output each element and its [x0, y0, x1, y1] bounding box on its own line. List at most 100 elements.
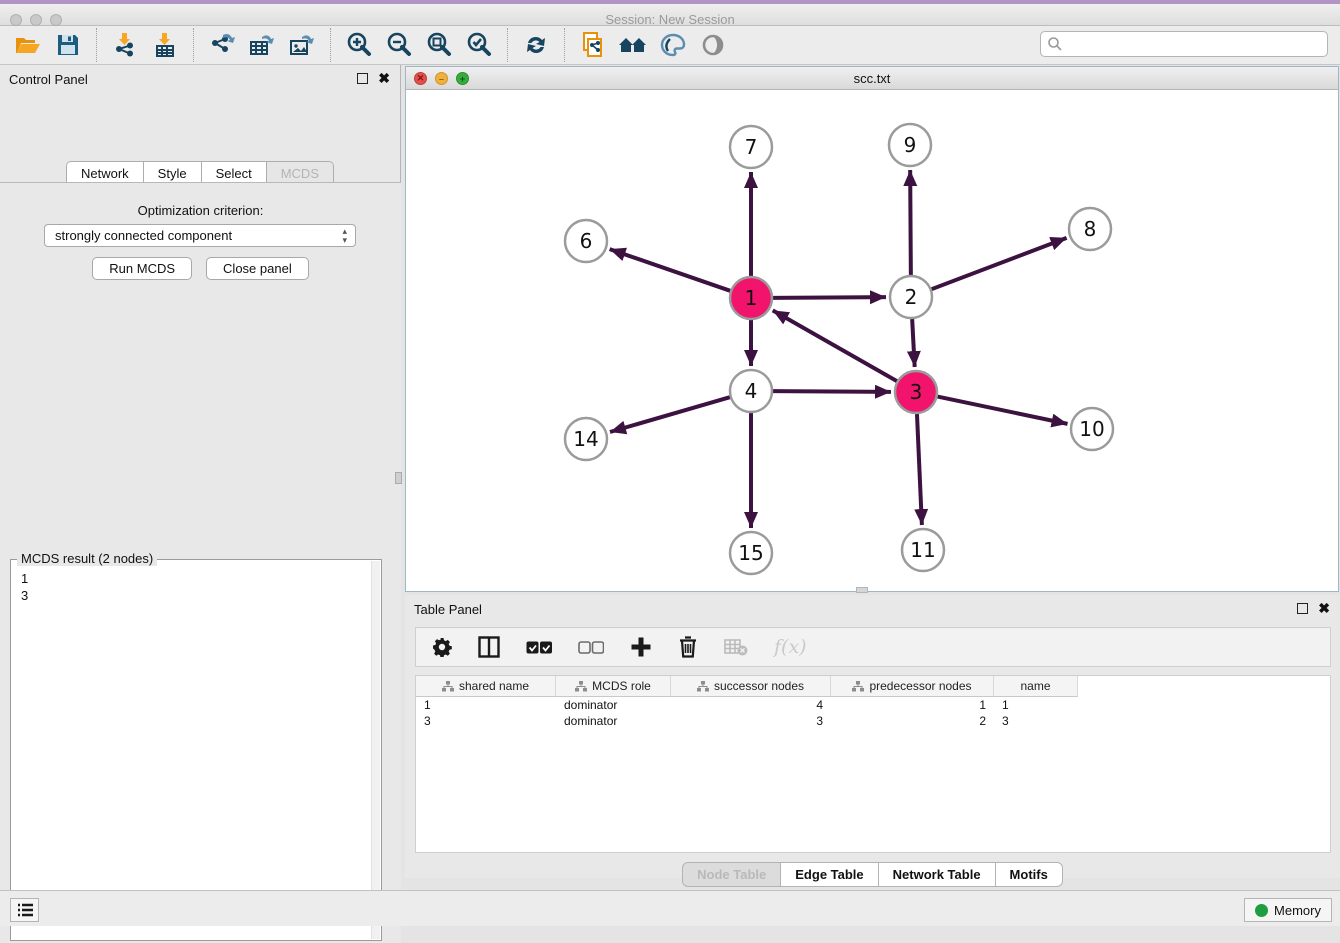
- graph-node-10[interactable]: 10: [1071, 408, 1113, 450]
- graph-node-8[interactable]: 8: [1069, 208, 1111, 250]
- graph-node-3[interactable]: 3: [895, 371, 937, 413]
- zoom-selected-icon[interactable]: [459, 29, 499, 61]
- cell-successor-nodes[interactable]: 3: [671, 713, 831, 729]
- gear-icon[interactable]: [432, 632, 452, 662]
- edge-1-6[interactable]: [610, 249, 731, 291]
- graph-node-2[interactable]: 2: [890, 276, 932, 318]
- select-stepper-icon: ▴▾: [342, 227, 347, 245]
- edge-4-3[interactable]: [773, 391, 891, 392]
- network-window-titlebar[interactable]: ✕ – + scc.txt: [406, 67, 1338, 90]
- function-icon[interactable]: f(x): [774, 632, 807, 662]
- graph-node-4[interactable]: 4: [730, 370, 772, 412]
- delete-table-icon[interactable]: [724, 632, 748, 662]
- run-mcds-button[interactable]: Run MCDS: [92, 257, 192, 280]
- node-table[interactable]: shared nameMCDS rolesuccessor nodesprede…: [415, 675, 1331, 853]
- memory-button[interactable]: Memory: [1244, 898, 1332, 922]
- table-toolbar: f(x): [415, 627, 1331, 667]
- duplicate-network-icon[interactable]: [573, 29, 613, 61]
- export-table-icon[interactable]: [242, 29, 282, 61]
- cell-MCDS-role[interactable]: dominator: [556, 713, 671, 729]
- main-toolbar: [0, 26, 1340, 65]
- add-icon[interactable]: [630, 632, 652, 662]
- cell-name[interactable]: 3: [994, 713, 1078, 729]
- column-header-name[interactable]: name: [994, 676, 1078, 697]
- column-header-successor-nodes[interactable]: successor nodes: [671, 676, 831, 697]
- zoom-out-icon[interactable]: [379, 29, 419, 61]
- save-session-icon[interactable]: [48, 29, 88, 61]
- zoom-in-icon[interactable]: [339, 29, 379, 61]
- network-graph-canvas[interactable]: 7 9 6 8 1 2 4 3 14 10 15 11: [406, 90, 1338, 591]
- edge-3-1[interactable]: [773, 310, 897, 381]
- cell-predecessor-nodes[interactable]: 2: [831, 713, 994, 729]
- style-icon[interactable]: [653, 29, 693, 61]
- close-panel-button[interactable]: Close panel: [206, 257, 309, 280]
- tab-network-table[interactable]: Network Table: [879, 862, 996, 887]
- graph-node-9[interactable]: 9: [889, 124, 931, 166]
- graph-node-11[interactable]: 11: [902, 529, 944, 571]
- graph-node-15[interactable]: 15: [730, 532, 772, 574]
- edge-3-10[interactable]: [938, 397, 1068, 424]
- list-icon: [17, 903, 33, 917]
- eye-icon[interactable]: [693, 29, 733, 61]
- memory-label: Memory: [1274, 903, 1321, 918]
- mcds-result-text[interactable]: 1 3: [13, 570, 369, 938]
- result-scrollbar[interactable]: [371, 561, 380, 939]
- refresh-icon[interactable]: [516, 29, 556, 61]
- cell-successor-nodes[interactable]: 4: [671, 697, 831, 713]
- graph-node-14[interactable]: 14: [565, 418, 607, 460]
- edge-1-2[interactable]: [773, 297, 886, 298]
- graph-node-6[interactable]: 6: [565, 220, 607, 262]
- svg-text:10: 10: [1079, 417, 1104, 441]
- search-input[interactable]: [1063, 37, 1327, 52]
- search-field[interactable]: [1040, 31, 1328, 57]
- svg-text:11: 11: [910, 538, 935, 562]
- edge-4-14[interactable]: [610, 397, 730, 432]
- column-header-predecessor-nodes[interactable]: predecessor nodes: [831, 676, 994, 697]
- edge-2-9[interactable]: [910, 170, 911, 275]
- graph-node-7[interactable]: 7: [730, 126, 772, 168]
- export-network-icon[interactable]: [202, 29, 242, 61]
- close-table-panel-icon[interactable]: ✖: [1318, 601, 1330, 615]
- import-table-icon[interactable]: [145, 29, 185, 61]
- select-all-icon[interactable]: [526, 632, 552, 662]
- optimization-criterion-select[interactable]: strongly connected component ▴▾: [44, 224, 356, 247]
- edge-2-3[interactable]: [912, 319, 915, 367]
- titlebar: Session: New Session: [0, 4, 1340, 26]
- task-history-button[interactable]: [10, 898, 39, 922]
- edge-3-11[interactable]: [917, 414, 922, 525]
- export-image-icon[interactable]: [282, 29, 322, 61]
- import-network-icon[interactable]: [105, 29, 145, 61]
- float-table-panel-icon[interactable]: [1297, 603, 1308, 614]
- cell-shared-name[interactable]: 3: [416, 713, 556, 729]
- tab-node-table[interactable]: Node Table: [682, 862, 781, 887]
- cell-MCDS-role[interactable]: dominator: [556, 697, 671, 713]
- cell-name[interactable]: 1: [994, 697, 1078, 713]
- column-header-MCDS-role[interactable]: MCDS role: [556, 676, 671, 697]
- tab-edge-table[interactable]: Edge Table: [781, 862, 878, 887]
- close-panel-icon[interactable]: ✖: [378, 71, 390, 85]
- deselect-all-icon[interactable]: [578, 632, 604, 662]
- svg-text:14: 14: [573, 427, 598, 451]
- zoom-fit-icon[interactable]: [419, 29, 459, 61]
- horizontal-splitter-grip[interactable]: [856, 587, 868, 593]
- control-panel: Control Panel ✖ NetworkStyleSelectMCDS O…: [0, 65, 401, 878]
- graph-node-1[interactable]: 1: [730, 277, 772, 319]
- cell-shared-name[interactable]: 1: [416, 697, 556, 713]
- svg-text:2: 2: [905, 285, 918, 309]
- columns-icon[interactable]: [478, 632, 500, 662]
- column-header-shared-name[interactable]: shared name: [416, 676, 556, 697]
- table-panel-header: Table Panel ✖: [405, 595, 1340, 623]
- vertical-splitter-grip[interactable]: [395, 472, 402, 484]
- open-file-icon[interactable]: [8, 29, 48, 61]
- float-panel-icon[interactable]: [357, 73, 368, 84]
- svg-text:1: 1: [745, 286, 758, 310]
- cell-predecessor-nodes[interactable]: 1: [831, 697, 994, 713]
- delete-icon[interactable]: [678, 632, 698, 662]
- table-row[interactable]: 3dominator323: [416, 713, 1330, 729]
- mcds-result-title: MCDS result (2 nodes): [17, 551, 157, 566]
- table-row[interactable]: 1dominator411: [416, 697, 1330, 713]
- tab-motifs[interactable]: Motifs: [996, 862, 1063, 887]
- edge-2-8[interactable]: [932, 238, 1067, 289]
- control-panel-header: Control Panel ✖: [0, 65, 400, 93]
- home-icon[interactable]: [613, 29, 653, 61]
